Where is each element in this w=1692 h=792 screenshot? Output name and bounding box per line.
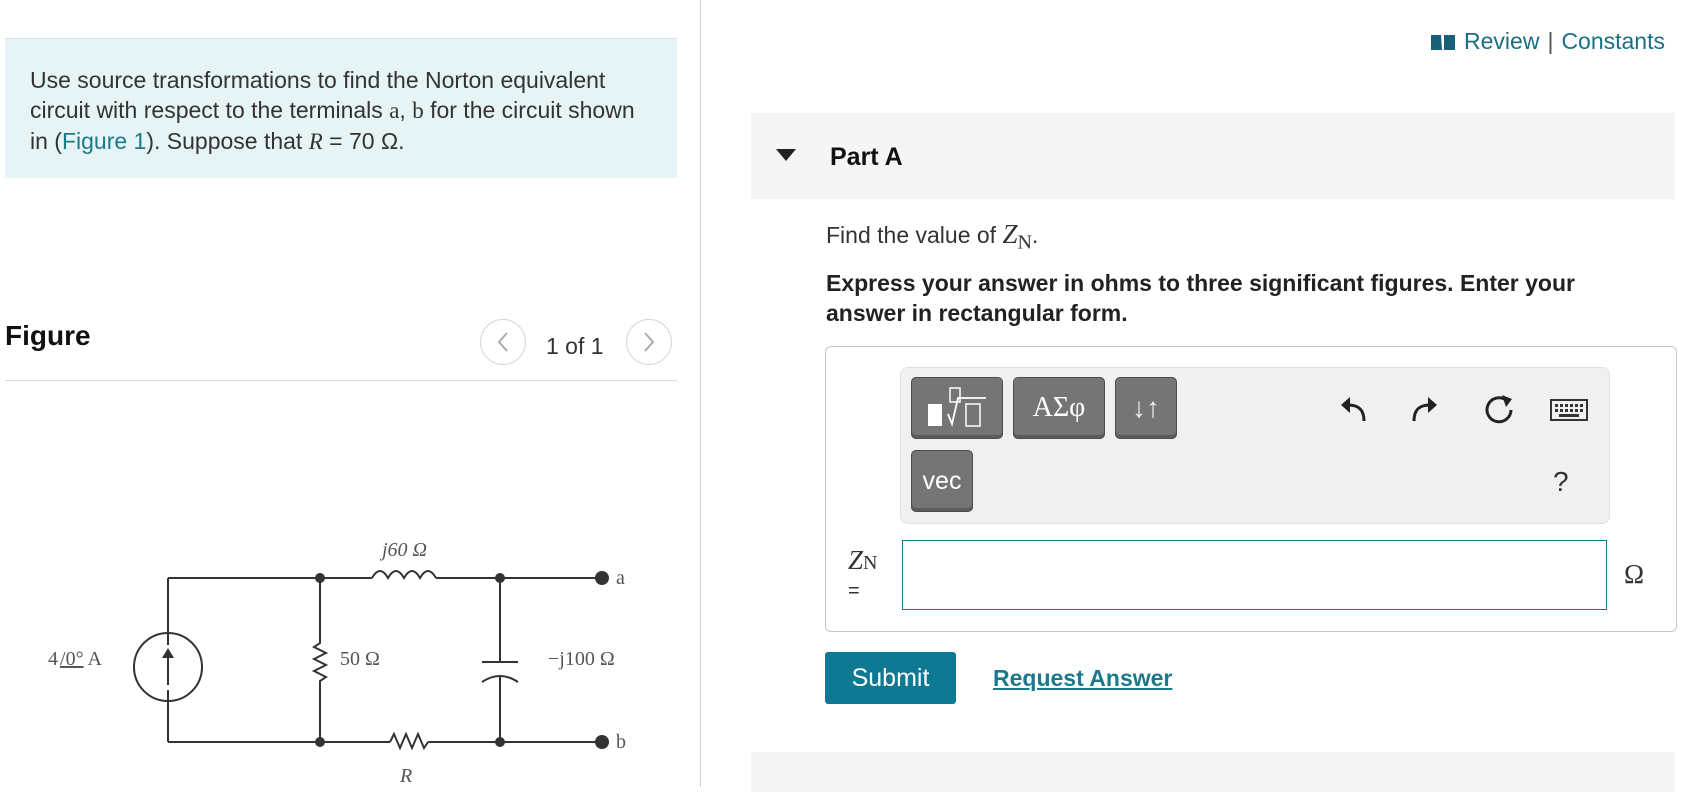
link-separator: | (1547, 28, 1554, 54)
figure-title: Figure (5, 320, 91, 351)
top-links: Review | Constants (1430, 28, 1665, 55)
figure-prev-button[interactable] (480, 319, 526, 365)
templates-icon (928, 387, 986, 428)
redo-button[interactable] (1405, 390, 1445, 430)
resistor-50-label: 50 Ω (340, 648, 380, 670)
caret-down-icon[interactable] (776, 149, 796, 161)
figure-divider (5, 380, 677, 381)
problem-text: Use source transformations to find the N… (30, 67, 635, 154)
circuit-diagram: 4/0° A j60 Ω 50 Ω −j100 Ω R a b (48, 539, 626, 787)
terminal-a-label: a (616, 567, 625, 589)
math-toolbar: ΑΣφ ↓↑ vec ? (900, 367, 1610, 524)
problem-statement-box: Use source transformations to find the N… (5, 38, 677, 178)
part-b-header[interactable] (751, 752, 1675, 792)
answer-input[interactable] (902, 540, 1607, 610)
resistor-r-label: R (399, 765, 412, 787)
figure-link[interactable]: Figure 1 (62, 128, 146, 154)
question-text: Find the value of ZN. (826, 219, 1039, 254)
source-label: 4/0° A (48, 648, 102, 670)
unit-label: Ω (1624, 559, 1645, 589)
review-link[interactable]: Review (1464, 28, 1539, 55)
chevron-right-icon (644, 332, 655, 352)
help-button[interactable]: ? (1553, 466, 1569, 498)
part-a-header[interactable]: Part A (751, 113, 1675, 199)
answer-label: ZN = (848, 545, 878, 602)
templates-button[interactable] (911, 377, 1003, 439)
arrows-button[interactable]: ↓↑ (1115, 377, 1177, 439)
keyboard-button[interactable] (1549, 390, 1589, 430)
vec-button[interactable]: vec (911, 450, 973, 512)
request-answer-link[interactable]: Request Answer (993, 665, 1172, 692)
reset-icon (1485, 395, 1513, 424)
inductor-label: j60 Ω (379, 539, 427, 561)
figure-next-button[interactable] (626, 319, 672, 365)
reset-button[interactable] (1479, 390, 1519, 430)
instructions-text: Express your answer in ohms to three sig… (826, 270, 1575, 326)
constants-link[interactable]: Constants (1561, 28, 1665, 55)
book-icon (1431, 34, 1456, 50)
column-divider (700, 0, 701, 787)
terminal-b-label: b (616, 731, 626, 753)
part-title: Part A (830, 143, 903, 171)
keyboard-icon (1550, 399, 1588, 421)
greek-symbols-button[interactable]: ΑΣφ (1013, 377, 1105, 439)
submit-button[interactable]: Submit (825, 652, 956, 704)
redo-icon (1412, 397, 1437, 422)
capacitor-label: −j100 Ω (548, 648, 615, 670)
undo-icon (1341, 397, 1366, 422)
undo-button[interactable] (1333, 390, 1373, 430)
figure-counter: 1 of 1 (546, 333, 604, 359)
chevron-left-icon (497, 332, 508, 352)
